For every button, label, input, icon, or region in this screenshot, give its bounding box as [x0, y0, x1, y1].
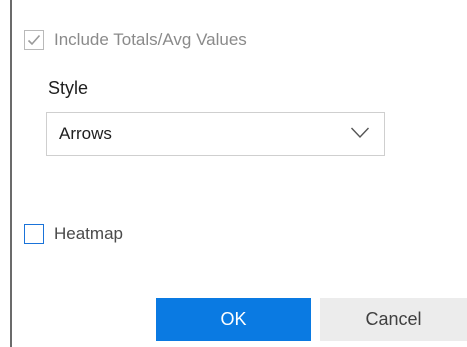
- cancel-button[interactable]: Cancel: [320, 298, 467, 341]
- style-select[interactable]: Arrows: [46, 112, 385, 156]
- totals-checkbox: [24, 30, 44, 50]
- ok-button[interactable]: OK: [156, 298, 311, 341]
- chevron-down-icon: [350, 127, 370, 139]
- style-options-panel: Include Totals/Avg Values Style Arrows H…: [0, 0, 467, 347]
- panel-left-border: [10, 0, 12, 347]
- totals-checkbox-label: Include Totals/Avg Values: [54, 30, 247, 49]
- heatmap-checkbox[interactable]: [24, 224, 44, 244]
- totals-checkbox-row: Include Totals/Avg Values: [24, 28, 247, 52]
- style-label: Style: [48, 78, 89, 98]
- heatmap-checkbox-row[interactable]: Heatmap: [24, 222, 123, 246]
- heatmap-checkbox-label: Heatmap: [54, 224, 123, 243]
- checkmark-icon: [27, 34, 41, 46]
- style-select-value: Arrows: [59, 124, 112, 143]
